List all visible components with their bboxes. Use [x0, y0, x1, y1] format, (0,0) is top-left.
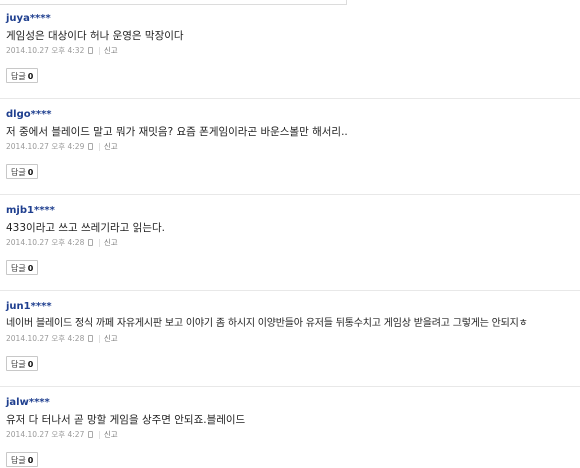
comment-meta: 2014.10.27 오후 4:29 | 신고 [6, 142, 118, 152]
comment-meta: 2014.10.27 오후 4:28 | 신고 [6, 238, 118, 248]
mobile-icon [88, 335, 94, 342]
reply-count: 0 [27, 360, 34, 369]
comment-date: 2014.10.27 오후 4:27 [6, 430, 85, 439]
report-link[interactable]: 신고 [104, 334, 118, 343]
report-link[interactable]: 신고 [104, 46, 118, 55]
mobile-icon [88, 143, 94, 150]
comment-text: 433이라고 쓰고 쓰레기라고 읽는다. [6, 222, 165, 234]
reply-count: 0 [27, 72, 34, 81]
reply-count: 0 [27, 456, 34, 465]
mobile-icon [88, 47, 94, 54]
comment-date: 2014.10.27 오후 4:28 [6, 334, 85, 343]
report-link[interactable]: 신고 [104, 238, 118, 247]
comment-meta: 2014.10.27 오후 4:27 | 신고 [6, 430, 118, 440]
comment-date: 2014.10.27 오후 4:29 [6, 142, 85, 151]
comment-item: mjb1**** 433이라고 쓰고 쓰레기라고 읽는다. 2014.10.27… [0, 205, 580, 287]
reply-label: 답글 [11, 264, 26, 273]
comment-date: 2014.10.27 오후 4:32 [6, 46, 85, 55]
reply-button[interactable]: 답글 0 [6, 164, 39, 179]
meta-separator: | [98, 46, 101, 55]
reply-button[interactable]: 답글 0 [6, 68, 39, 83]
reply-label: 답글 [11, 360, 26, 369]
top-panel-edge [0, 0, 347, 5]
comment-meta: 2014.10.27 오후 4:32 | 신고 [6, 46, 118, 56]
meta-separator: | [98, 142, 101, 151]
reply-label: 답글 [11, 72, 26, 81]
reply-label: 답글 [11, 456, 26, 465]
comment-divider [0, 194, 580, 195]
reply-button[interactable]: 답글 0 [6, 260, 39, 275]
mobile-icon [88, 431, 94, 438]
report-link[interactable]: 신고 [104, 142, 118, 151]
meta-separator: | [98, 334, 101, 343]
reply-button[interactable]: 답글 0 [6, 452, 39, 467]
comment-username[interactable]: jun1**** [6, 301, 52, 313]
report-link[interactable]: 신고 [104, 430, 118, 439]
comment-text: 저 중에서 블레이드 말고 뭐가 재밋음? 요즘 폰게임이라곤 바운스볼만 해서… [6, 126, 348, 138]
comment-text: 유저 다 터나서 곧 망할 게임을 상주면 안되죠.블레이드 [6, 414, 246, 426]
comment-item: jun1**** 네이버 블레이드 정식 까페 자유게시판 보고 이야기 좀 하… [0, 301, 580, 383]
comment-item: juya**** 게임성은 대상이다 허나 운영은 막장이다 2014.10.2… [0, 13, 580, 95]
mobile-icon [88, 239, 94, 246]
comment-divider [0, 386, 580, 387]
comment-meta: 2014.10.27 오후 4:28 | 신고 [6, 334, 118, 344]
meta-separator: | [98, 238, 101, 247]
comment-item: dlgo**** 저 중에서 블레이드 말고 뭐가 재밋음? 요즘 폰게임이라곤… [0, 109, 580, 191]
reply-label: 답글 [11, 168, 26, 177]
comment-divider [0, 98, 580, 99]
comment-username[interactable]: jalw**** [6, 397, 50, 409]
comment-username[interactable]: mjb1**** [6, 205, 55, 217]
comment-username[interactable]: juya**** [6, 13, 51, 25]
comment-item: jalw**** 유저 다 터나서 곧 망할 게임을 상주면 안되죠.블레이드 … [0, 397, 580, 468]
comment-text: 네이버 블레이드 정식 까페 자유게시판 보고 이야기 좀 하시지 이양반들아 … [6, 318, 528, 329]
comment-date: 2014.10.27 오후 4:28 [6, 238, 85, 247]
meta-separator: | [98, 430, 101, 439]
reply-button[interactable]: 답글 0 [6, 356, 39, 371]
reply-count: 0 [27, 264, 34, 273]
reply-count: 0 [27, 168, 34, 177]
comment-text: 게임성은 대상이다 허나 운영은 막장이다 [6, 30, 184, 42]
comment-username[interactable]: dlgo**** [6, 109, 52, 121]
comment-divider [0, 290, 580, 291]
